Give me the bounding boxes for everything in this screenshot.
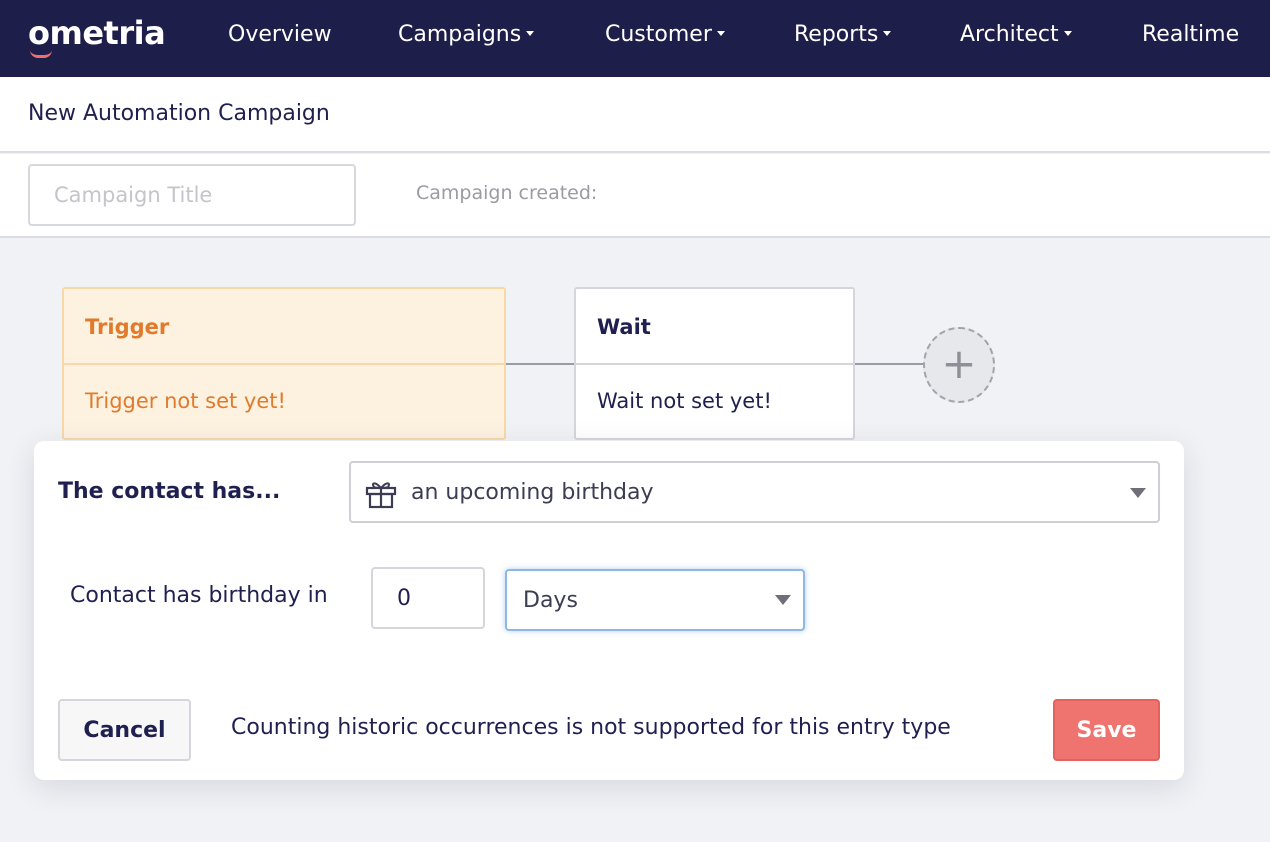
nav-campaigns-label: Campaigns — [398, 22, 522, 47]
wait-node[interactable]: Wait Wait not set yet! — [574, 287, 855, 440]
save-button[interactable]: Save — [1053, 699, 1160, 761]
nav-architect[interactable]: Architect — [960, 22, 1072, 47]
nav-customer[interactable]: Customer — [605, 22, 725, 47]
dropdown-arrow-icon — [775, 595, 791, 605]
wait-node-header: Wait — [576, 289, 853, 365]
campaign-created-label: Campaign created: — [416, 182, 598, 204]
top-navbar: ometria Overview Campaigns Customer Repo… — [0, 0, 1270, 77]
caret-down-icon — [526, 30, 535, 36]
nav-customer-label: Customer — [605, 22, 712, 47]
campaign-title-bar: Campaign created: — [0, 154, 1270, 238]
caret-down-icon — [883, 30, 892, 36]
nav-overview-label: Overview — [228, 22, 332, 47]
trigger-event-select[interactable]: an upcoming birthday — [349, 461, 1160, 523]
contact-has-label: The contact has... — [58, 479, 281, 504]
page-header: New Automation Campaign — [0, 77, 1270, 153]
time-unit-select[interactable]: Days — [505, 569, 805, 631]
time-unit-value: Days — [523, 588, 578, 613]
birthday-offset-input[interactable] — [371, 567, 485, 629]
plus-icon: + — [941, 339, 977, 388]
page-title: New Automation Campaign — [28, 101, 330, 126]
flow-connector — [855, 363, 923, 365]
trigger-node-header: Trigger — [64, 289, 504, 365]
trigger-node-status: Trigger not set yet! — [85, 389, 286, 413]
caret-down-icon — [716, 30, 725, 36]
nav-campaigns[interactable]: Campaigns — [398, 22, 535, 47]
nav-overview[interactable]: Overview — [228, 22, 332, 47]
nav-realtime[interactable]: Realtime — [1142, 22, 1239, 47]
add-step-button[interactable]: + — [923, 327, 995, 403]
gift-icon — [365, 482, 397, 509]
trigger-event-value: an upcoming birthday — [411, 480, 654, 505]
campaign-title-input[interactable] — [28, 164, 356, 226]
caret-down-icon — [1063, 30, 1072, 36]
birthday-in-label: Contact has birthday in — [70, 583, 328, 608]
ometria-logo[interactable]: ometria — [28, 14, 166, 52]
trigger-node[interactable]: Trigger Trigger not set yet! — [62, 287, 506, 440]
flow-connector — [506, 363, 574, 365]
trigger-config-panel: The contact has... an upcoming birthday … — [34, 441, 1184, 780]
nav-realtime-label: Realtime — [1142, 22, 1240, 47]
cancel-button[interactable]: Cancel — [58, 699, 191, 761]
wait-node-status: Wait not set yet! — [597, 389, 772, 413]
logo-smile-mark — [30, 50, 52, 58]
historic-occurrences-note: Counting historic occurrences is not sup… — [231, 715, 951, 740]
nav-architect-label: Architect — [960, 22, 1059, 47]
nav-reports[interactable]: Reports — [794, 22, 892, 47]
nav-reports-label: Reports — [794, 22, 879, 47]
dropdown-arrow-icon — [1130, 488, 1146, 498]
